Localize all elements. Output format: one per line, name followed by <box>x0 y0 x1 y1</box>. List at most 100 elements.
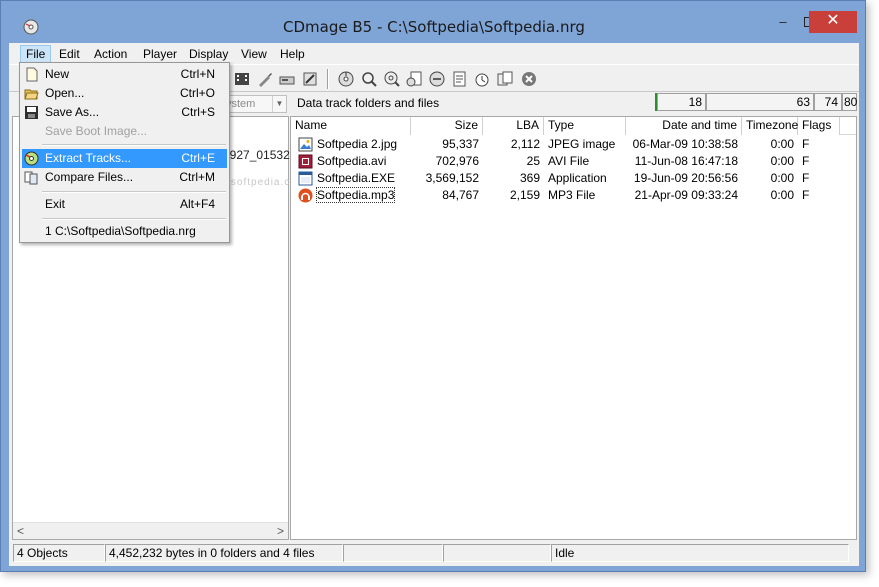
file-flags: F <box>802 188 810 202</box>
status-bar: 4 Objects 4,452,232 bytes in 0 folders a… <box>9 543 859 563</box>
disc-document-icon[interactable] <box>405 70 423 88</box>
menu-item-compare-files[interactable]: Compare Files... Ctrl+M <box>22 168 227 187</box>
brush-icon[interactable] <box>256 70 274 88</box>
document-list-icon[interactable] <box>450 70 468 88</box>
column-size[interactable]: Size <box>411 117 483 135</box>
menu-item-shortcut: Ctrl+N <box>180 67 215 81</box>
track-end-box: 63 <box>706 93 814 111</box>
file-menu-dropdown: New Ctrl+N Open... Ctrl+O Save As... Ctr… <box>19 62 230 243</box>
menu-item-shortcut: Ctrl+O <box>179 86 215 100</box>
track-start-box: 18 <box>657 93 706 111</box>
table-row[interactable]: Softpedia 2.jpg 95,337 2,112 JPEG image … <box>291 136 856 153</box>
horizontal-scrollbar[interactable]: < > <box>13 522 288 539</box>
file-type: Application <box>548 171 607 185</box>
chevron-down-icon[interactable]: ▼ <box>272 96 286 112</box>
column-date[interactable]: Date and time <box>626 117 742 135</box>
file-list[interactable]: Name Size LBA Type Date and time Timezon… <box>290 116 857 540</box>
file-lba: 369 <box>519 171 540 185</box>
application-file-icon <box>298 171 313 186</box>
menu-item-label: New <box>45 67 70 81</box>
menu-item-extract-tracks[interactable]: Extract Tracks... Ctrl+E <box>22 149 227 168</box>
table-row[interactable]: Softpedia.mp3 84,767 2,159 MP3 File 21-A… <box>291 187 856 204</box>
open-folder-icon <box>24 89 39 100</box>
toolbar-separator <box>327 69 329 89</box>
status-objects: 4 Objects <box>13 544 105 562</box>
column-lba[interactable]: LBA <box>483 117 544 135</box>
table-row[interactable]: Softpedia.avi 702,976 25 AVI File 11-Jun… <box>291 153 856 170</box>
minimize-button[interactable]: – <box>769 13 797 33</box>
file-type: JPEG image <box>548 137 616 151</box>
close-button[interactable]: ✕ <box>809 11 857 33</box>
file-date: 06-Mar-09 10:38:58 <box>632 137 738 151</box>
file-size: 95,337 <box>442 137 479 151</box>
menu-item-label: Save As... <box>45 105 100 119</box>
file-lba: 2,112 <box>510 137 540 151</box>
table-row[interactable]: Softpedia.EXE 3,569,152 369 Application … <box>291 170 856 187</box>
menu-item-new[interactable]: New Ctrl+N <box>22 65 227 84</box>
menu-file[interactable]: File <box>20 45 52 63</box>
tree-node-label[interactable]: 0927_01532 <box>223 148 290 162</box>
menu-item-recent-file[interactable]: 1 C:\Softpedia\Softpedia.nrg <box>22 222 227 241</box>
compare-files-icon <box>24 171 38 185</box>
track-header: Data track folders and files 18 63 74 80 <box>292 93 857 113</box>
disc-compare-icon[interactable] <box>428 70 446 88</box>
file-flags: F <box>802 154 810 168</box>
menu-player[interactable]: Player <box>138 45 182 63</box>
menu-action[interactable]: Action <box>89 45 132 63</box>
filesystem-combo[interactable]: ystem ▼ <box>221 95 287 113</box>
filesystem-combo-value: ystem <box>226 98 256 110</box>
menu-item-label: Exit <box>45 197 66 211</box>
menu-item-exit[interactable]: Exit Alt+F4 <box>22 195 227 214</box>
file-lba: 25 <box>526 154 540 168</box>
scroll-left-icon[interactable]: < <box>17 524 24 538</box>
video-file-icon <box>298 154 313 169</box>
menu-item-label: Save Boot Image... <box>45 124 148 138</box>
stop-icon[interactable] <box>520 70 538 88</box>
title-bar[interactable]: CDmage B5 - C:\Softpedia\Softpedia.nrg –… <box>1 1 867 43</box>
search-disc-icon[interactable] <box>360 70 378 88</box>
tools-icon[interactable] <box>301 70 319 88</box>
drive-icon[interactable] <box>278 70 296 88</box>
column-timezone[interactable]: Timezone <box>742 117 798 135</box>
scroll-right-icon[interactable]: > <box>277 524 284 538</box>
disc-scan-icon[interactable] <box>337 70 355 88</box>
file-size: 84,767 <box>442 188 479 202</box>
timer-icon[interactable] <box>473 70 491 88</box>
new-document-icon <box>26 67 38 82</box>
status-empty-2 <box>443 544 551 562</box>
status-empty-1 <box>343 544 443 562</box>
copy-icon[interactable] <box>496 70 514 88</box>
menu-item-save-boot-image: Save Boot Image... <box>22 122 227 141</box>
menu-item-shortcut: Ctrl+E <box>181 151 215 165</box>
image-file-icon <box>298 137 313 152</box>
file-timezone: 0:00 <box>770 171 794 185</box>
zoom-disc-icon[interactable] <box>383 70 401 88</box>
menu-edit[interactable]: Edit <box>54 45 85 63</box>
file-flags: F <box>802 171 810 185</box>
audio-file-icon <box>298 188 313 203</box>
app-window: CDmage B5 - C:\Softpedia\Softpedia.nrg –… <box>0 0 879 587</box>
menu-item-save-as[interactable]: Save As... Ctrl+S <box>22 103 227 122</box>
menu-separator <box>42 144 226 146</box>
column-name[interactable]: Name <box>291 117 411 135</box>
menu-view[interactable]: View <box>236 45 272 63</box>
menu-item-label: Compare Files... <box>45 170 134 184</box>
menu-item-open[interactable]: Open... Ctrl+O <box>22 84 227 103</box>
menu-separator <box>42 218 226 220</box>
menu-help[interactable]: Help <box>275 45 310 63</box>
file-size: 3,569,152 <box>425 171 479 185</box>
column-type[interactable]: Type <box>544 117 626 135</box>
file-timezone: 0:00 <box>770 137 794 151</box>
menu-item-label: Open... <box>45 86 85 100</box>
menu-display[interactable]: Display <box>184 45 233 63</box>
menu-separator <box>42 191 226 193</box>
file-timezone: 0:00 <box>770 188 794 202</box>
file-timezone: 0:00 <box>770 154 794 168</box>
extract-disc-icon <box>24 151 39 166</box>
column-flags[interactable]: Flags <box>798 117 840 135</box>
menu-item-shortcut: Ctrl+M <box>179 170 215 184</box>
window-title: CDmage B5 - C:\Softpedia\Softpedia.nrg <box>283 18 585 36</box>
file-name: Softpedia.mp3 <box>313 187 398 204</box>
film-icon[interactable] <box>233 70 251 88</box>
track-header-label: Data track folders and files <box>297 96 440 110</box>
